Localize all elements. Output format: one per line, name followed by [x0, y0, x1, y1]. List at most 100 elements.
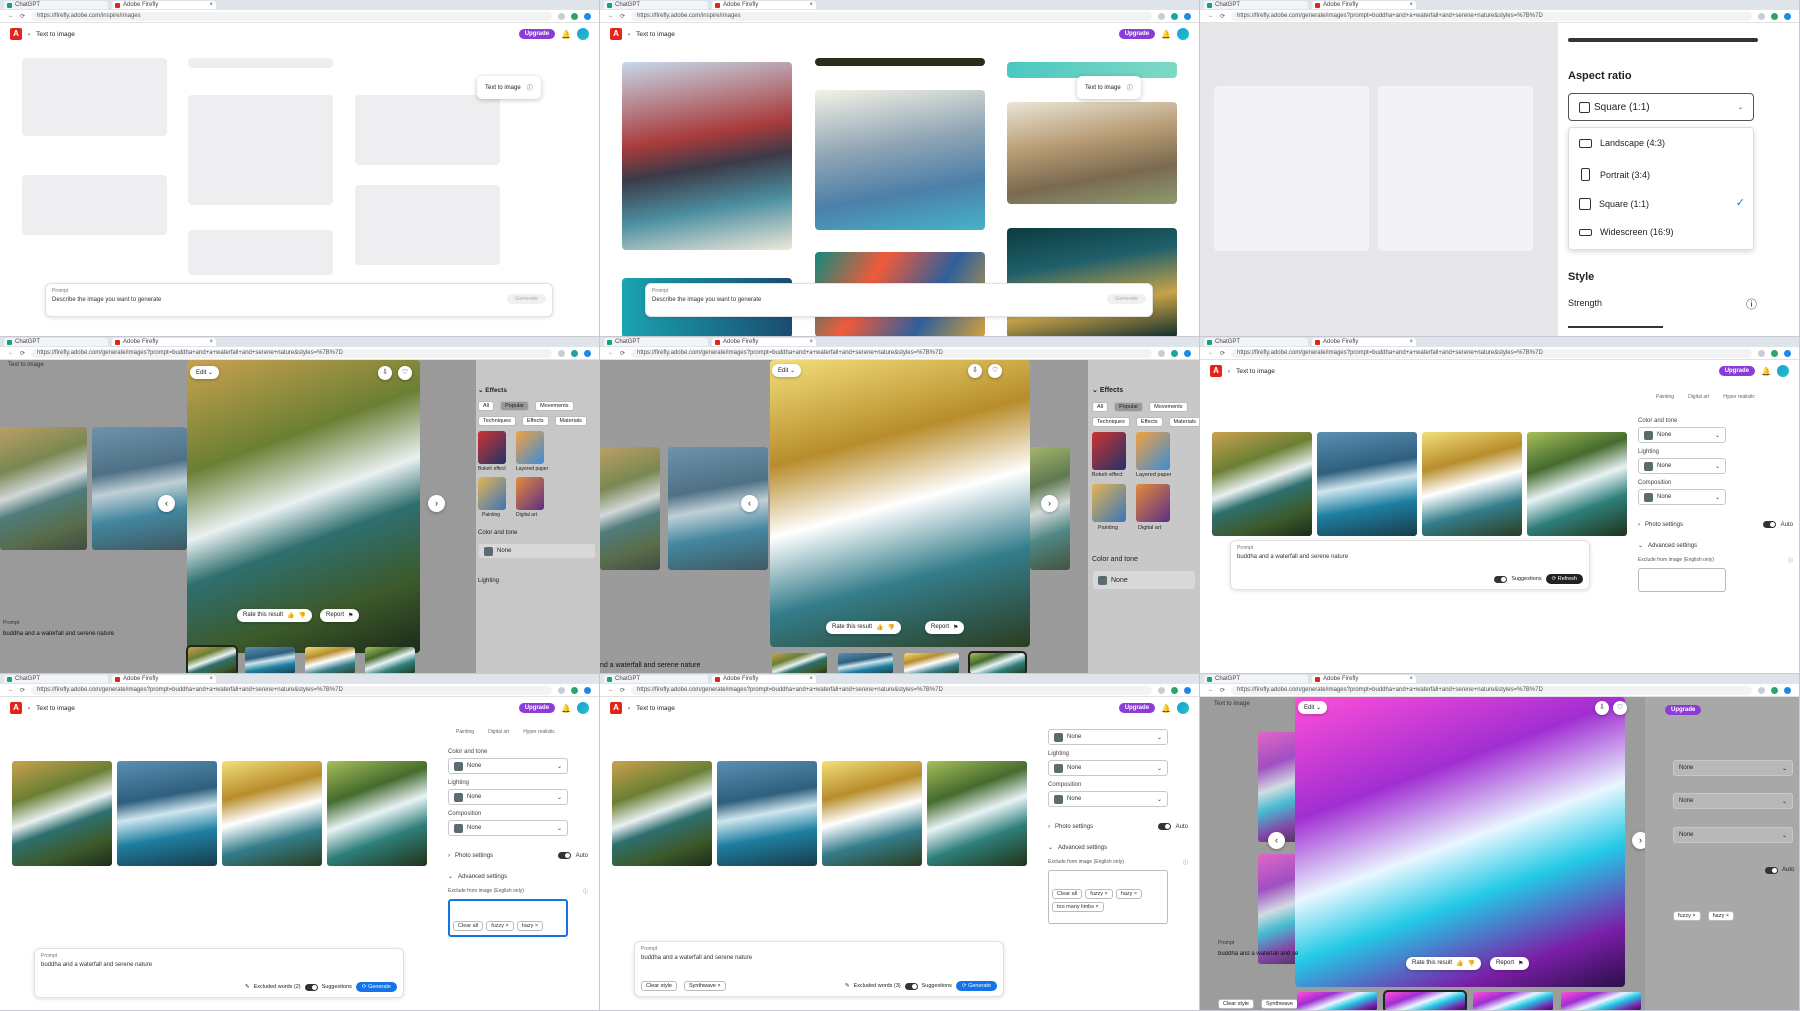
upgrade-button[interactable]: Upgrade — [1118, 703, 1156, 713]
extension-icon[interactable] — [571, 686, 578, 694]
gallery-image-elephant[interactable] — [815, 90, 985, 230]
photo-settings-row[interactable]: › Photo settings Auto — [448, 852, 588, 859]
refresh-icon[interactable]: ⟳ — [620, 13, 625, 20]
suggestions-toggle[interactable] — [1494, 575, 1508, 583]
close-icon[interactable]: × — [1409, 676, 1413, 682]
tab-effects[interactable]: Effects — [1135, 417, 1163, 427]
tab-chatgpt[interactable]: ChatGPT — [4, 1, 108, 9]
generate-button[interactable]: Generate — [1107, 294, 1146, 304]
thumbs-up-icon[interactable]: 👍 — [1456, 960, 1463, 967]
prev-arrow-icon[interactable]: ‹ — [1268, 832, 1285, 849]
effect-layered-paper[interactable] — [516, 431, 544, 464]
auto-toggle[interactable] — [1157, 823, 1171, 830]
suggestions-toggle[interactable] — [904, 982, 918, 990]
adobe-logo-icon[interactable]: A — [610, 28, 622, 40]
color-tone-select[interactable]: None ⌄ — [448, 758, 568, 774]
thumbnail[interactable] — [904, 653, 959, 673]
upgrade-button[interactable]: Upgrade — [1718, 366, 1756, 376]
composition-select[interactable]: None ⌄ — [1048, 791, 1168, 807]
back-icon[interactable]: ← — [1208, 350, 1214, 356]
generate-button[interactable]: ⟳ Generate — [355, 982, 397, 992]
close-icon[interactable]: × — [809, 676, 813, 682]
side-image[interactable] — [1258, 854, 1298, 964]
thumbs-up-icon[interactable]: 👍 — [287, 612, 294, 619]
bell-icon[interactable]: 🔔 — [1161, 704, 1171, 713]
thumbnail[interactable] — [245, 647, 295, 673]
adobe-logo-icon[interactable]: A — [10, 28, 22, 40]
star-icon[interactable] — [558, 349, 565, 357]
close-icon[interactable]: × — [1409, 339, 1413, 345]
profile-icon[interactable] — [584, 12, 591, 20]
back-icon[interactable]: ← — [8, 350, 14, 356]
url-field[interactable]: https://firefly.adobe.com/generate/image… — [631, 348, 1152, 358]
avatar[interactable] — [577, 28, 589, 40]
tab-techniques[interactable]: Techniques — [1092, 417, 1130, 427]
aspect-option-portrait[interactable]: Portrait (3:4) — [1579, 168, 1650, 181]
refresh-icon[interactable]: ⟳ — [620, 350, 625, 357]
tab-effects[interactable]: Effects — [521, 416, 549, 426]
excluded-chip[interactable]: hazy × — [1707, 911, 1734, 921]
report-button[interactable]: Report ⚑ — [925, 621, 965, 634]
upgrade-button[interactable]: Upgrade — [1118, 29, 1156, 39]
back-icon[interactable]: ← — [8, 13, 14, 19]
tab-chatgpt[interactable]: ChatGPT — [604, 338, 708, 346]
synthwave-chip[interactable]: Synthwave × — [683, 981, 726, 991]
aspect-option-landscape[interactable]: Landscape (4:3) — [1579, 138, 1665, 148]
exclude-input[interactable]: Clear all fuzzy × hazy × too many limbs × — [1048, 870, 1168, 924]
prev-arrow-icon[interactable]: ‹ — [741, 495, 758, 512]
strength-slider[interactable] — [1568, 326, 1663, 328]
next-arrow-icon[interactable]: › — [428, 495, 445, 512]
tab-firefly[interactable]: Adobe Firefly × — [112, 338, 216, 346]
tab-materials[interactable]: Materials — [1168, 417, 1199, 427]
tab-firefly[interactable]: Adobe Firefly × — [112, 675, 216, 683]
color-tone-select[interactable]: None — [478, 543, 596, 559]
thumbnail[interactable] — [1383, 990, 1467, 1010]
heart-icon[interactable]: ♡ — [1613, 701, 1627, 715]
extension-icon[interactable] — [571, 12, 578, 20]
url-field[interactable]: https://firefly.adobe.com/generate/image… — [31, 348, 552, 358]
excluded-chip[interactable]: fuzzy × — [486, 921, 514, 931]
tab-techniques[interactable]: Techniques — [478, 416, 516, 426]
refresh-icon[interactable]: ⟳ — [1220, 687, 1225, 694]
back-icon[interactable]: ← — [1208, 687, 1214, 693]
url-field[interactable]: https://firefly.adobe.com/generate/image… — [1231, 348, 1752, 358]
excluded-chip[interactable]: hazy × — [516, 921, 544, 931]
extension-icon[interactable] — [1771, 686, 1778, 694]
bell-icon[interactable]: 🔔 — [561, 30, 571, 39]
prompt-input[interactable]: Describe the image you want to generate — [52, 297, 546, 303]
extension-icon[interactable] — [1171, 686, 1178, 694]
result-image[interactable] — [1527, 432, 1627, 536]
avatar[interactable] — [1777, 365, 1789, 377]
photo-settings-row[interactable]: › Photo settings Auto — [1638, 521, 1793, 528]
composition-select[interactable]: None ⌄ — [1673, 827, 1793, 843]
tab-firefly[interactable]: Adobe Firefly × — [112, 1, 216, 9]
photo-settings-row[interactable]: › Photo settings Auto — [1048, 823, 1188, 830]
url-field[interactable]: https://firefly.adobe.com/generate/image… — [31, 685, 552, 695]
color-tone-select[interactable]: None ⌄ — [1673, 760, 1793, 776]
refresh-icon[interactable]: ⟳ — [20, 13, 25, 20]
download-icon[interactable]: ⇩ — [378, 366, 392, 380]
back-chevron-icon[interactable]: ‹ — [1228, 368, 1230, 375]
effect-bokeh[interactable] — [478, 431, 506, 464]
info-icon[interactable]: ⓘ — [1746, 296, 1757, 312]
excluded-words-button[interactable]: Excluded words (2) — [254, 984, 301, 990]
profile-icon[interactable] — [1784, 686, 1791, 694]
excluded-chip[interactable]: fuzzy × — [1673, 911, 1701, 921]
profile-icon[interactable] — [1784, 12, 1791, 20]
advanced-settings-row[interactable]: ⌄ Advanced settings — [1638, 542, 1793, 550]
tab-movements[interactable]: Movements — [535, 401, 574, 411]
lighting-select[interactable]: None ⌄ — [1673, 793, 1793, 809]
excluded-chip[interactable]: fuzzy × — [1085, 889, 1113, 899]
profile-icon[interactable] — [1784, 349, 1791, 357]
bell-icon[interactable]: 🔔 — [1761, 367, 1771, 376]
result-image[interactable] — [12, 761, 112, 866]
bell-icon[interactable]: 🔔 — [1161, 30, 1171, 39]
heart-icon[interactable]: ♡ — [988, 364, 1002, 378]
side-image[interactable] — [0, 427, 87, 550]
gallery-image-train[interactable] — [622, 62, 792, 250]
close-icon[interactable]: × — [209, 339, 213, 345]
tab-chatgpt[interactable]: ChatGPT — [1204, 338, 1308, 346]
main-image[interactable] — [1295, 697, 1625, 987]
aspect-ratio-select[interactable]: Square (1:1) ⌄ — [1568, 93, 1754, 121]
tab-all[interactable]: All — [1092, 402, 1109, 412]
